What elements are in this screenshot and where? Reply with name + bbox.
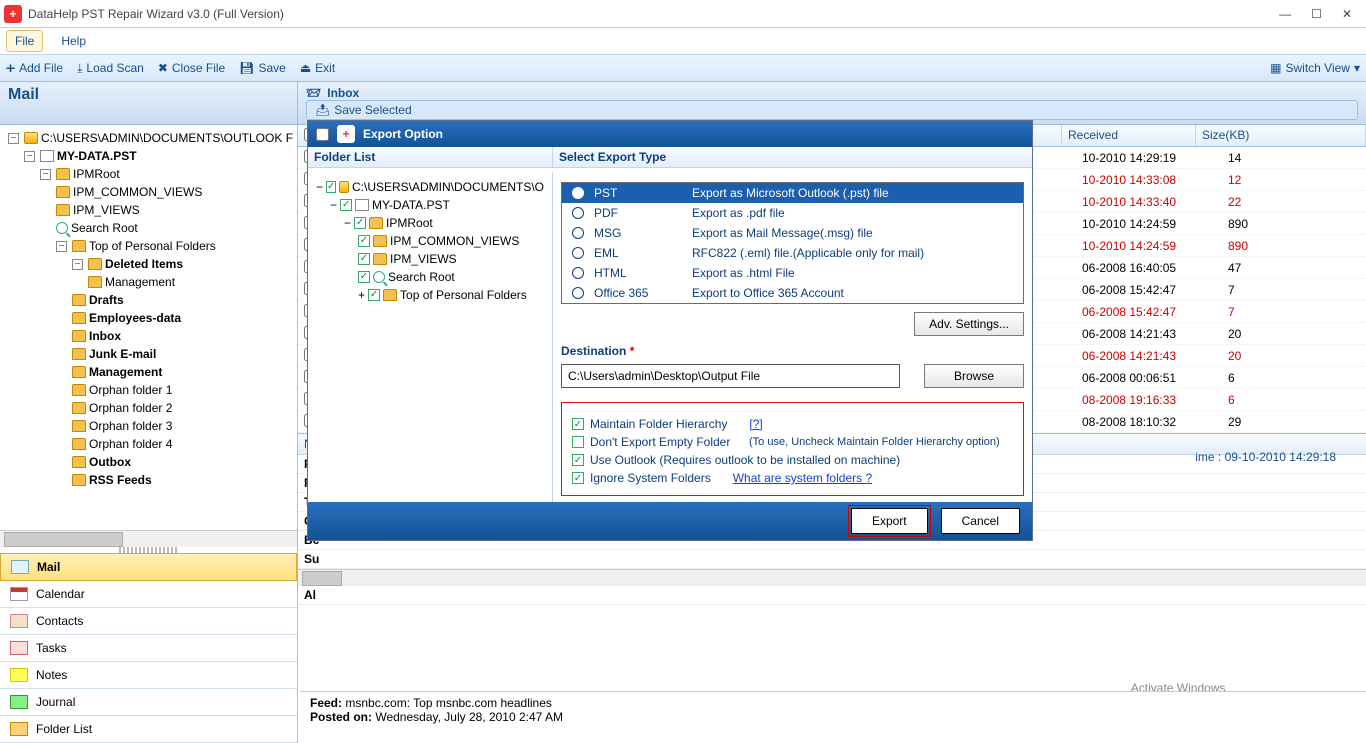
help-link[interactable]: [?] — [749, 417, 762, 431]
chevron-down-icon: ▾ — [1354, 61, 1360, 75]
use-outlook-checkbox[interactable]: ✓ — [572, 454, 584, 466]
nav-mail[interactable]: Mail — [0, 553, 297, 581]
adv-settings-button[interactable]: Adv. Settings... — [914, 312, 1024, 336]
export-dialog: + Export Option Folder List Select Expor… — [307, 120, 1033, 541]
tree-h-scrollbar[interactable] — [0, 530, 297, 547]
export-type-list: PSTExport as Microsoft Outlook (.pst) fi… — [561, 182, 1024, 304]
save-selected-button[interactable]: 📤︎Save Selected — [306, 100, 1358, 120]
menu-help[interactable]: Help — [53, 31, 94, 51]
right-panel-title: Inbox — [327, 86, 359, 100]
destination-input[interactable] — [561, 364, 900, 388]
minimize-button[interactable]: — — [1279, 7, 1291, 21]
export-type-msg[interactable]: MSGExport as Mail Message(.msg) file — [562, 223, 1023, 243]
close-file-icon: ✖︎ — [158, 61, 168, 75]
time-label: ime : 09-10-2010 14:29:18 — [1195, 450, 1336, 464]
add-file-button[interactable]: ➕︎Add File — [6, 61, 63, 76]
nav-notes[interactable]: Notes — [0, 662, 297, 689]
app-icon: + — [4, 5, 22, 23]
radio-icon — [572, 207, 584, 219]
exit-icon: ⏏︎ — [300, 61, 311, 75]
notes-icon — [10, 668, 28, 682]
folder-list-title: Folder List — [308, 147, 553, 168]
destination-label: Destination — [561, 344, 626, 358]
exit-button[interactable]: ⏏︎Exit — [300, 61, 335, 75]
close-button[interactable]: ✕ — [1342, 7, 1352, 21]
export-type-office-365[interactable]: Office 365Export to Office 365 Account — [562, 283, 1023, 303]
folder-open-icon — [24, 132, 38, 144]
plus-icon: ➕︎ — [6, 61, 15, 76]
column-received[interactable]: Received — [1062, 125, 1196, 146]
search-icon — [56, 222, 68, 234]
radio-icon — [572, 227, 584, 239]
tree-toggle[interactable]: − — [8, 133, 19, 144]
nav-folder-list[interactable]: Folder List — [0, 716, 297, 743]
nav-calendar[interactable]: Calendar — [0, 581, 297, 608]
folder-tree[interactable]: −C:\USERS\ADMIN\DOCUMENTS\OUTLOOK F −MY-… — [0, 125, 297, 530]
save-button[interactable]: 💾︎Save — [239, 61, 286, 75]
load-scan-button[interactable]: ⤓Load Scan — [77, 61, 144, 76]
dialog-checkbox[interactable] — [316, 128, 329, 141]
maximize-button[interactable]: ☐ — [1311, 7, 1322, 21]
switch-view-icon: ▦ — [1270, 61, 1281, 75]
export-type-pst[interactable]: PSTExport as Microsoft Outlook (.pst) fi… — [562, 183, 1023, 203]
inbox-icon: 📨︎ — [306, 86, 321, 100]
download-icon: ⤓ — [77, 61, 82, 76]
contacts-icon — [10, 614, 28, 628]
system-folders-link[interactable]: What are system folders ? — [733, 471, 872, 485]
export-type-html[interactable]: HTMLExport as .html File — [562, 263, 1023, 283]
journal-icon — [10, 695, 28, 709]
left-panel-title: Mail — [0, 82, 298, 125]
mail-icon — [11, 560, 29, 574]
export-type-pdf[interactable]: PDFExport as .pdf file — [562, 203, 1023, 223]
menu-file[interactable]: File — [6, 30, 43, 52]
switch-view-button[interactable]: ▦Switch View▾ — [1270, 61, 1360, 75]
save-icon: 💾︎ — [239, 61, 254, 75]
radio-icon — [572, 267, 584, 279]
browse-button[interactable]: Browse — [924, 364, 1024, 388]
export-folder-tree[interactable]: −✓C:\USERS\ADMIN\DOCUMENTS\O −✓MY-DATA.P… — [308, 172, 553, 502]
maintain-hierarchy-checkbox[interactable]: ✓ — [572, 418, 584, 430]
save-selected-icon: 📤︎ — [315, 103, 330, 117]
feed-footer: Feed: msnbc.com: Top msnbc.com headlines… — [300, 691, 1366, 726]
calendar-icon — [10, 587, 28, 601]
cancel-button[interactable]: Cancel — [941, 508, 1020, 534]
dialog-title: Export Option — [363, 127, 443, 141]
export-button[interactable]: Export — [851, 508, 928, 534]
options-box: ✓Maintain Folder Hierarchy [?] ✓Don't Ex… — [561, 402, 1024, 496]
radio-icon — [572, 187, 584, 199]
tasks-icon — [10, 641, 28, 655]
column-size[interactable]: Size(KB) — [1196, 125, 1366, 146]
folder-list-icon — [10, 722, 28, 736]
nav-contacts[interactable]: Contacts — [0, 608, 297, 635]
empty-folder-checkbox[interactable]: ✓ — [572, 436, 584, 448]
app-icon-small: + — [337, 125, 355, 143]
radio-icon — [572, 287, 584, 299]
folder-icon — [56, 168, 70, 180]
nav-tasks[interactable]: Tasks — [0, 635, 297, 662]
pst-icon — [40, 150, 54, 162]
export-type-eml[interactable]: EMLRFC822 (.eml) file.(Applicable only f… — [562, 243, 1023, 263]
select-export-title: Select Export Type — [553, 147, 1032, 168]
close-file-button[interactable]: ✖︎Close File — [158, 61, 225, 75]
app-title: DataHelp PST Repair Wizard v3.0 (Full Ve… — [28, 7, 284, 21]
preview-h-scrollbar[interactable] — [298, 569, 1366, 586]
radio-icon — [572, 247, 584, 259]
ignore-system-checkbox[interactable]: ✓ — [572, 472, 584, 484]
nav-journal[interactable]: Journal — [0, 689, 297, 716]
